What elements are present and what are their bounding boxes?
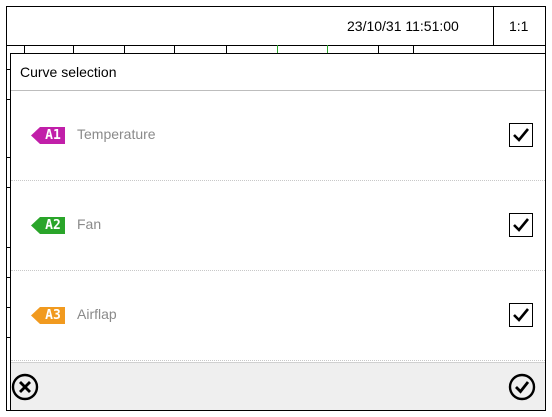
curve-label-temperature: Temperature [77, 126, 156, 142]
status-divider [493, 7, 494, 45]
curve-tag-a1: A1 [31, 127, 65, 144]
curve-tag-a2: A2 [31, 217, 65, 234]
dialog-footer [11, 362, 545, 410]
checkbox-temperature[interactable] [509, 123, 533, 147]
curve-row-a2[interactable]: A2 Fan [11, 181, 545, 271]
checkbox-airflap[interactable] [509, 303, 533, 327]
check-circle-icon [508, 373, 536, 401]
page-indicator: 1:1 [509, 18, 529, 34]
curve-tag-text: A2 [45, 218, 61, 233]
curve-tag-text: A3 [45, 308, 61, 323]
cancel-button[interactable] [11, 373, 39, 401]
curve-selection-dialog: Curve selection A1 Temperature A2 Fan A3… [10, 53, 546, 411]
curve-label-fan: Fan [77, 216, 102, 232]
datetime-display: 23/10/31 11:51:00 [347, 18, 459, 34]
checkmark-icon [513, 308, 530, 322]
dialog-title: Curve selection [11, 54, 545, 91]
curve-row-a3[interactable]: A3 Airflap [11, 271, 545, 361]
checkmark-icon [513, 128, 530, 142]
confirm-button[interactable] [508, 373, 536, 401]
checkbox-fan[interactable] [509, 213, 533, 237]
close-circle-icon [11, 373, 39, 401]
curve-label-airflap: Airflap [77, 306, 117, 322]
curve-row-a1[interactable]: A1 Temperature [11, 91, 545, 181]
curve-tag-text: A1 [45, 128, 61, 143]
status-bar: 23/10/31 11:51:00 1:1 [7, 7, 545, 46]
checkmark-icon [513, 218, 530, 232]
curve-tag-a3: A3 [31, 307, 65, 324]
